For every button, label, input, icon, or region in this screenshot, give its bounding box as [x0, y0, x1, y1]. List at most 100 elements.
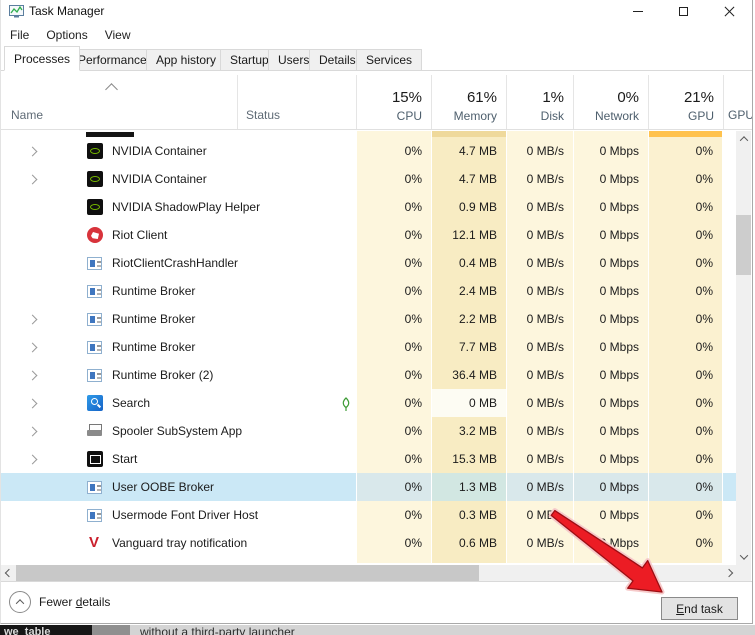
network-cell: 0 Mbps	[573, 473, 648, 501]
tab-bar: Processes Performance App history Startu…	[1, 46, 752, 71]
process-name: Runtime Broker	[112, 333, 195, 361]
table-row[interactable]: 0% 15.3 MB 0 MB/s 0 Mbps 0% Start	[1, 445, 736, 473]
disk-cell: 0 MB/s	[506, 529, 573, 557]
table-row[interactable]: 0% 0.6 MB 0 MB/s 0 Mbps 0% Vanguard tray…	[1, 529, 736, 557]
menu-options[interactable]: Options	[38, 25, 95, 45]
memory-cell: 0.9 MB	[431, 193, 506, 221]
table-row[interactable]: 0% 0.4 MB 0 MB/s 0 Mbps 0% RiotClientCra…	[1, 249, 736, 277]
table-row[interactable]: 0% 0 MB 0 MB/s 0 Mbps 0% Search	[1, 389, 736, 417]
cpu-cell: 0%	[356, 501, 431, 529]
network-cell: 0 Mbps	[573, 221, 648, 249]
table-row[interactable]: 0% 12.1 MB 0 MB/s 0 Mbps 0% Riot Client	[1, 221, 736, 249]
start-icon	[87, 451, 103, 467]
footer-bar: Fewer details End task	[1, 581, 752, 623]
scrollbar-corner	[736, 565, 751, 581]
horizontal-scroll-thumb[interactable]	[16, 565, 479, 581]
tab-processes[interactable]: Processes	[4, 46, 80, 71]
network-cell: 0 Mbps	[573, 249, 648, 277]
table-row[interactable]: 0% 1.3 MB 0 MB/s 0 Mbps 0% User OOBE Bro…	[1, 473, 736, 501]
disk-cell: 0 MB/s	[506, 249, 573, 277]
network-cell: 0 Mbps	[573, 277, 648, 305]
tab-services[interactable]: Services	[356, 49, 422, 71]
table-row[interactable]: 0% 0.3 MB 0 MB/s 0 Mbps 0% Usermode Font…	[1, 501, 736, 529]
close-icon	[724, 6, 735, 17]
scroll-right-button[interactable]	[721, 565, 736, 581]
column-gpu[interactable]: 21% GPU	[648, 71, 723, 129]
column-disk[interactable]: 1% Disk	[506, 71, 573, 129]
network-cell: 0 Mbps	[573, 333, 648, 361]
riot-icon	[87, 227, 103, 243]
window-icon	[87, 369, 102, 382]
menubar: File Options View	[1, 23, 752, 46]
menu-view[interactable]: View	[97, 25, 139, 45]
cpu-cell: 0%	[356, 529, 431, 557]
cpu-cell: 0%	[356, 305, 431, 333]
process-name: Runtime Broker	[112, 305, 195, 333]
status-cell	[237, 305, 356, 333]
status-cell	[237, 473, 356, 501]
memory-cell: 3.2 MB	[431, 417, 506, 445]
disk-cell: 0 MB/s	[506, 305, 573, 333]
close-button[interactable]	[707, 0, 752, 23]
window-icon	[87, 481, 102, 494]
memory-cell: 4.7 MB	[431, 137, 506, 165]
table-row[interactable]: 0% 0.9 MB 0 MB/s 0 Mbps 0% NVIDIA Shadow…	[1, 193, 736, 221]
column-cpu[interactable]: 15% CPU	[356, 71, 431, 129]
column-gpu-engine[interactable]: GPU En	[728, 108, 752, 122]
scroll-left-button[interactable]	[1, 565, 16, 581]
tab-performance[interactable]: Performance	[68, 49, 157, 71]
window-icon	[87, 341, 102, 354]
scroll-up-button[interactable]	[736, 131, 751, 147]
horizontal-scrollbar[interactable]	[1, 565, 736, 581]
maximize-icon	[679, 7, 688, 16]
tab-app-history[interactable]: App history	[146, 49, 226, 71]
table-row[interactable]: 0% 4.7 MB 0 MB/s 0 Mbps 0% NVIDIA Contai…	[1, 165, 736, 193]
cpu-cell: 0%	[356, 361, 431, 389]
end-task-button[interactable]: End task	[661, 597, 738, 620]
column-memory[interactable]: 61% Memory	[431, 71, 506, 129]
vertical-scroll-thumb[interactable]	[736, 215, 751, 275]
fewer-details-toggle[interactable]: Fewer details	[9, 591, 110, 613]
network-cell: 0 Mbps	[573, 305, 648, 333]
collapse-circle-icon	[9, 591, 31, 613]
network-cell: 0 Mbps	[573, 501, 648, 529]
table-row[interactable]: 0% 7.7 MB 0 MB/s 0 Mbps 0% Runtime Broke…	[1, 333, 736, 361]
gpu-engine-cell	[723, 137, 736, 165]
table-row[interactable]: 0% 36.4 MB 0 MB/s 0 Mbps 0% Runtime Brok…	[1, 361, 736, 389]
memory-cell: 15.3 MB	[431, 445, 506, 473]
cpu-label: CPU	[397, 109, 422, 123]
gpu-cell: 0%	[648, 417, 723, 445]
memory-label: Memory	[454, 109, 497, 123]
maximize-button[interactable]	[661, 0, 706, 23]
table-row[interactable]: 0% 2.2 MB 0 MB/s 0 Mbps 0% Runtime Broke…	[1, 305, 736, 333]
vertical-scrollbar[interactable]	[736, 131, 751, 565]
task-manager-icon	[9, 4, 24, 24]
table-row[interactable]: 0% 4.7 MB 0 MB/s 0 Mbps 0% NVIDIA Contai…	[1, 137, 736, 165]
scroll-down-button[interactable]	[736, 549, 751, 565]
titlebar[interactable]: Task Manager	[1, 0, 752, 23]
cpu-total-pct: 15%	[392, 89, 422, 106]
table-row[interactable]: 0% 2.4 MB 0 MB/s 0 Mbps 0% Runtime Broke…	[1, 277, 736, 305]
network-cell: 0 Mbps	[573, 389, 648, 417]
disk-cell: 0 MB/s	[506, 389, 573, 417]
gpu-cell: 0%	[648, 333, 723, 361]
menu-file[interactable]: File	[2, 25, 37, 45]
suspended-leaf-icon	[341, 397, 351, 417]
memory-cell: 0 MB	[431, 389, 506, 417]
minimize-button[interactable]	[615, 0, 660, 23]
column-name[interactable]: Name	[11, 108, 43, 122]
disk-cell: 0 MB/s	[506, 165, 573, 193]
cpu-cell: 0%	[356, 389, 431, 417]
window-icon	[87, 285, 102, 298]
column-status[interactable]: Status	[246, 108, 280, 122]
gpu-engine-cell	[723, 473, 736, 501]
disk-cell: 0 MB/s	[506, 501, 573, 529]
disk-cell: 0 MB/s	[506, 445, 573, 473]
column-network[interactable]: 0% Network	[573, 71, 648, 129]
memory-cell: 1.3 MB	[431, 473, 506, 501]
gpu-engine-cell	[723, 529, 736, 557]
status-cell	[237, 333, 356, 361]
table-row[interactable]: 0% 3.2 MB 0 MB/s 0 Mbps 0% Spooler SubSy…	[1, 417, 736, 445]
cpu-cell: 0%	[356, 333, 431, 361]
disk-cell: 0 MB/s	[506, 193, 573, 221]
